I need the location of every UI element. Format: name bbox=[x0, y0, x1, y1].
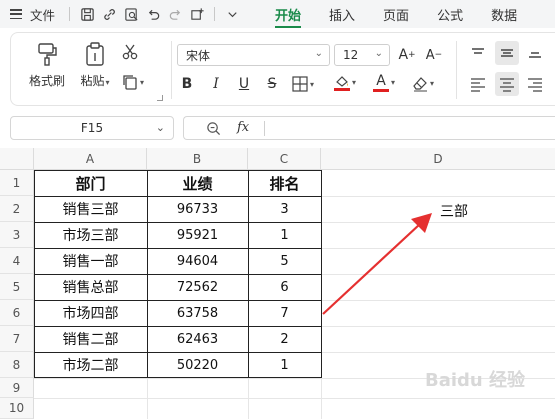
strikethrough-button[interactable]: S bbox=[262, 73, 282, 95]
font-family-value: 宋体 bbox=[186, 48, 211, 63]
paste-button[interactable]: 粘贴▾ bbox=[73, 41, 117, 89]
tab-data[interactable]: 数据 bbox=[477, 0, 531, 28]
format-painter-button[interactable]: 格式刷 bbox=[25, 41, 69, 89]
bold-button[interactable]: B bbox=[177, 73, 197, 95]
font-color-letter: A bbox=[376, 73, 386, 89]
align-bottom-icon[interactable] bbox=[526, 44, 544, 62]
divider bbox=[171, 41, 172, 99]
shrink-font-button[interactable]: A − bbox=[423, 44, 445, 66]
chevron-down-icon[interactable]: ▾ bbox=[352, 78, 356, 87]
align-left-icon[interactable] bbox=[469, 75, 487, 93]
font-color-button[interactable]: A ▾ bbox=[372, 73, 395, 92]
file-menu[interactable]: 文件 bbox=[30, 5, 55, 24]
ribbon-toolbar: 格式刷 粘贴▾ ▾ 宋体 ⌄ 12 ⌄ A + A − B I U S ▾ ▾ A bbox=[10, 32, 555, 106]
chevron-down-icon[interactable]: ▾ bbox=[391, 78, 395, 87]
formula-bar: fx bbox=[183, 116, 555, 140]
fill-color-button[interactable]: ▾ bbox=[333, 73, 356, 91]
spreadsheet-grid[interactable]: A B C D 1 2 3 4 5 6 7 8 9 10 部门 业绩 排名 销售… bbox=[0, 148, 555, 419]
align-center-icon[interactable] bbox=[495, 72, 519, 96]
print-preview-icon[interactable] bbox=[120, 3, 142, 25]
clipboard-group-launcher-icon[interactable] bbox=[157, 95, 163, 101]
paint-bucket-icon bbox=[334, 76, 350, 91]
underline-button[interactable]: U bbox=[234, 73, 254, 95]
font-size-value: 12 bbox=[343, 48, 359, 62]
paste-clipboard-icon bbox=[86, 42, 104, 66]
align-middle-icon[interactable] bbox=[495, 41, 519, 65]
align-right-icon[interactable] bbox=[526, 75, 544, 93]
chevron-down-icon[interactable]: ⌄ bbox=[375, 48, 383, 59]
border-button[interactable]: ▾ bbox=[291, 75, 314, 93]
tab-insert[interactable]: 插入 bbox=[315, 0, 369, 28]
chevron-down-icon[interactable]: ⌄ bbox=[156, 121, 165, 134]
chevron-down-icon[interactable]: ▾ bbox=[430, 79, 434, 88]
menu-bar: 文件 开始 插入 页面 公式 数据 bbox=[0, 0, 555, 28]
grow-font-button[interactable]: A + bbox=[396, 44, 418, 66]
shrink-font-icon: A bbox=[425, 47, 435, 63]
chevron-down-icon[interactable]: ▾ bbox=[140, 78, 144, 87]
watermark: Baidu 经验 bbox=[425, 370, 526, 391]
cell-reference: F15 bbox=[80, 121, 104, 135]
divider bbox=[214, 7, 216, 21]
divider bbox=[264, 121, 265, 136]
font-size-select[interactable]: 12 ⌄ bbox=[334, 44, 390, 66]
divider bbox=[69, 7, 71, 21]
paste-label: 粘贴 bbox=[80, 74, 105, 88]
name-box[interactable]: F15 ⌄ bbox=[10, 116, 174, 140]
tab-formula[interactable]: 公式 bbox=[423, 0, 477, 28]
tab-home[interactable]: 开始 bbox=[261, 0, 315, 28]
undo-icon[interactable] bbox=[142, 3, 164, 25]
hamburger-menu-icon[interactable] bbox=[10, 9, 22, 19]
custom-quick-access-icon[interactable] bbox=[186, 3, 208, 25]
eraser-icon bbox=[413, 77, 427, 92]
font-color-swatch bbox=[373, 89, 389, 92]
chevron-down-icon[interactable]: ▾ bbox=[310, 80, 314, 89]
chevron-down-icon[interactable]: ⌄ bbox=[315, 48, 323, 59]
save-icon[interactable] bbox=[76, 3, 98, 25]
format-painter-label: 格式刷 bbox=[28, 74, 65, 88]
italic-button[interactable]: I bbox=[206, 73, 226, 95]
font-family-select[interactable]: 宋体 ⌄ bbox=[177, 44, 330, 66]
align-top-icon[interactable] bbox=[469, 44, 487, 62]
border-grid-icon bbox=[292, 76, 308, 92]
share-link-icon[interactable] bbox=[98, 3, 120, 25]
grow-font-icon: A bbox=[398, 47, 409, 63]
divider bbox=[456, 41, 457, 99]
redo-icon[interactable] bbox=[164, 3, 186, 25]
insert-function-button[interactable]: fx bbox=[237, 120, 249, 135]
clear-format-button[interactable]: ▾ bbox=[411, 74, 434, 92]
cut-icon[interactable] bbox=[121, 43, 139, 61]
tab-page[interactable]: 页面 bbox=[369, 0, 423, 28]
chevron-down-icon[interactable]: ▾ bbox=[106, 78, 110, 87]
copy-icon[interactable]: ▾ bbox=[121, 73, 144, 91]
zoom-icon[interactable] bbox=[206, 121, 221, 140]
chevron-down-icon[interactable] bbox=[221, 3, 243, 25]
format-painter-icon bbox=[38, 43, 57, 66]
